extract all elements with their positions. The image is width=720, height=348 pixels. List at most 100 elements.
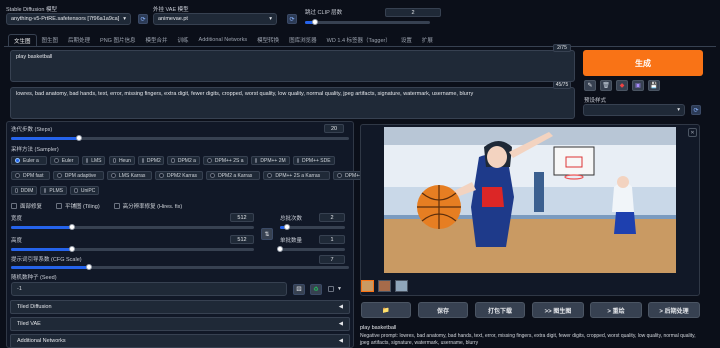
sampler-option[interactable]: DPM++ 2S a Karras — [263, 171, 331, 180]
sampler-option[interactable]: UniPC — [69, 186, 100, 195]
tab-0[interactable]: 文生图 — [8, 34, 37, 46]
refresh-model-button[interactable]: ⟳ — [138, 14, 148, 24]
checkbox[interactable] — [56, 203, 63, 209]
tab-9[interactable]: WD 1.4 标签器（Tagger） — [322, 34, 396, 46]
extra-networks-button[interactable]: ◆ — [616, 80, 628, 91]
open-folder-button[interactable]: 📁 — [361, 302, 411, 318]
generated-image[interactable] — [384, 127, 676, 273]
style-select[interactable]: ▾ — [583, 104, 685, 116]
zip-download-button[interactable]: 打包下载 — [475, 302, 525, 318]
radio-button[interactable] — [15, 158, 20, 163]
send-to-inpaint-button[interactable]: > 重绘 — [590, 302, 642, 318]
sampler-option[interactable]: DPM++ 2M — [250, 156, 290, 165]
radio-button[interactable] — [267, 173, 273, 178]
radio-button[interactable] — [337, 173, 343, 178]
tab-4[interactable]: 模型合并 — [141, 34, 173, 46]
tab-7[interactable]: 模型转换 — [252, 34, 284, 46]
sampler-option[interactable]: DPM2 a Karras — [206, 171, 261, 180]
radio-button[interactable] — [73, 188, 78, 193]
sampler-option[interactable]: LMS — [82, 156, 106, 165]
clip-value[interactable]: 2 — [385, 8, 441, 17]
batch-count-slider[interactable] — [280, 224, 345, 230]
sampler-option[interactable]: DPM2 Karras — [155, 171, 204, 180]
checkbox-option[interactable]: 面部修复 — [11, 202, 42, 210]
sampler-option[interactable]: Euler — [49, 156, 80, 165]
clip-slider-handle[interactable] — [312, 19, 318, 25]
thumbnail-2[interactable] — [378, 280, 391, 292]
height-slider-handle[interactable] — [68, 246, 75, 252]
cfg-slider[interactable] — [11, 264, 349, 270]
radio-button[interactable] — [141, 158, 144, 163]
radio-button[interactable] — [86, 158, 89, 163]
width-slider-handle[interactable] — [68, 224, 75, 230]
thumbnail-1[interactable] — [361, 280, 374, 292]
clip-slider[interactable] — [305, 19, 430, 25]
sampler-option[interactable]: DPM fast — [11, 171, 50, 180]
save-style-button[interactable]: 💾 — [648, 80, 660, 91]
radio-button[interactable] — [159, 173, 164, 178]
refresh-style-button[interactable]: ⟳ — [691, 105, 701, 115]
steps-value[interactable]: 20 — [324, 124, 344, 133]
checkbox[interactable] — [113, 203, 120, 209]
tab-2[interactable]: 后期处理 — [63, 34, 95, 46]
negative-prompt-input[interactable]: lowres, bad anatomy, bad hands, text, er… — [10, 87, 575, 119]
sampler-option[interactable]: DPM adaptive — [52, 171, 104, 180]
trash-button[interactable]: 🗑 — [600, 80, 612, 91]
checkbox-option[interactable]: 平铺图 (Tiling) — [56, 202, 100, 210]
checkbox-option[interactable]: 高分辨率修复 (Hires. fix) — [113, 202, 182, 210]
radio-button[interactable] — [206, 158, 212, 163]
tab-1[interactable]: 图生图 — [37, 34, 64, 46]
vae-select[interactable]: animevae.pt ▾ — [153, 13, 277, 25]
accordion-additional-networks[interactable]: Additional Networks ◀ — [10, 334, 350, 348]
cfg-value[interactable]: 7 — [319, 255, 345, 264]
sampler-option[interactable]: Euler a — [11, 156, 47, 165]
tab-6[interactable]: Additional Networks — [194, 34, 253, 46]
radio-button[interactable] — [254, 158, 258, 163]
tab-10[interactable]: 设置 — [396, 34, 417, 46]
radio-button[interactable] — [44, 188, 47, 193]
radio-button[interactable] — [112, 158, 116, 163]
random-seed-button[interactable]: ⚄ — [293, 284, 305, 295]
radio-button[interactable] — [171, 158, 175, 163]
batch-count-value[interactable]: 2 — [319, 213, 345, 222]
read-params-button[interactable]: ✎ — [584, 80, 596, 91]
steps-slider[interactable] — [11, 135, 349, 141]
radio-button[interactable] — [111, 173, 116, 178]
tab-11[interactable]: 扩展 — [417, 34, 438, 46]
seed-input[interactable]: -1 — [11, 282, 287, 296]
thumbnail-3[interactable] — [395, 280, 408, 292]
sampler-option[interactable]: DPM2 — [137, 156, 165, 165]
accordion-tiled-diffusion[interactable]: Tiled Diffusion ◀ — [10, 300, 350, 314]
sampler-option[interactable]: LMS Karras — [107, 171, 152, 180]
tab-3[interactable]: PNG 图片信息 — [95, 34, 140, 46]
extra-seed-toggle[interactable]: ▼ — [328, 286, 342, 292]
accordion-tiled-vae[interactable]: Tiled VAE ◀ — [10, 317, 350, 331]
sampler-option[interactable]: DPM++ SDE — [292, 156, 335, 165]
radio-button[interactable] — [15, 173, 20, 178]
extra-checkbox[interactable] — [328, 286, 334, 292]
sampler-option[interactable]: DPM++ 2S a — [202, 156, 248, 165]
batch-size-slider[interactable] — [277, 246, 345, 252]
batch-count-slider-handle[interactable] — [283, 224, 290, 230]
height-slider[interactable] — [11, 246, 254, 252]
tab-8[interactable]: 图库浏览器 — [284, 34, 322, 46]
radio-button[interactable] — [296, 158, 299, 163]
refresh-vae-button[interactable]: ⟳ — [287, 14, 297, 24]
save-button[interactable]: 保存 — [418, 302, 468, 318]
swap-dimensions-button[interactable]: ⇅ — [261, 228, 273, 240]
radio-button[interactable] — [210, 173, 216, 178]
checkbox[interactable] — [11, 203, 17, 209]
sampler-option[interactable]: Heun — [108, 156, 135, 165]
send-to-extras-button[interactable]: > 后期处理 — [648, 302, 700, 318]
width-value[interactable]: 512 — [230, 213, 254, 222]
close-gallery-button[interactable]: ✕ — [688, 128, 697, 137]
generate-button[interactable]: 生成 — [583, 50, 703, 76]
width-slider[interactable] — [11, 224, 254, 230]
reuse-seed-button[interactable]: ♻ — [310, 284, 322, 295]
batch-size-slider-handle[interactable] — [277, 246, 283, 252]
prompt-input[interactable]: play basketball — [10, 50, 575, 82]
send-to-img2img-button[interactable]: >> 图生图 — [532, 302, 584, 318]
height-value[interactable]: 512 — [230, 235, 254, 244]
sampler-option[interactable]: PLMS — [40, 186, 67, 195]
radio-button[interactable] — [56, 173, 62, 178]
